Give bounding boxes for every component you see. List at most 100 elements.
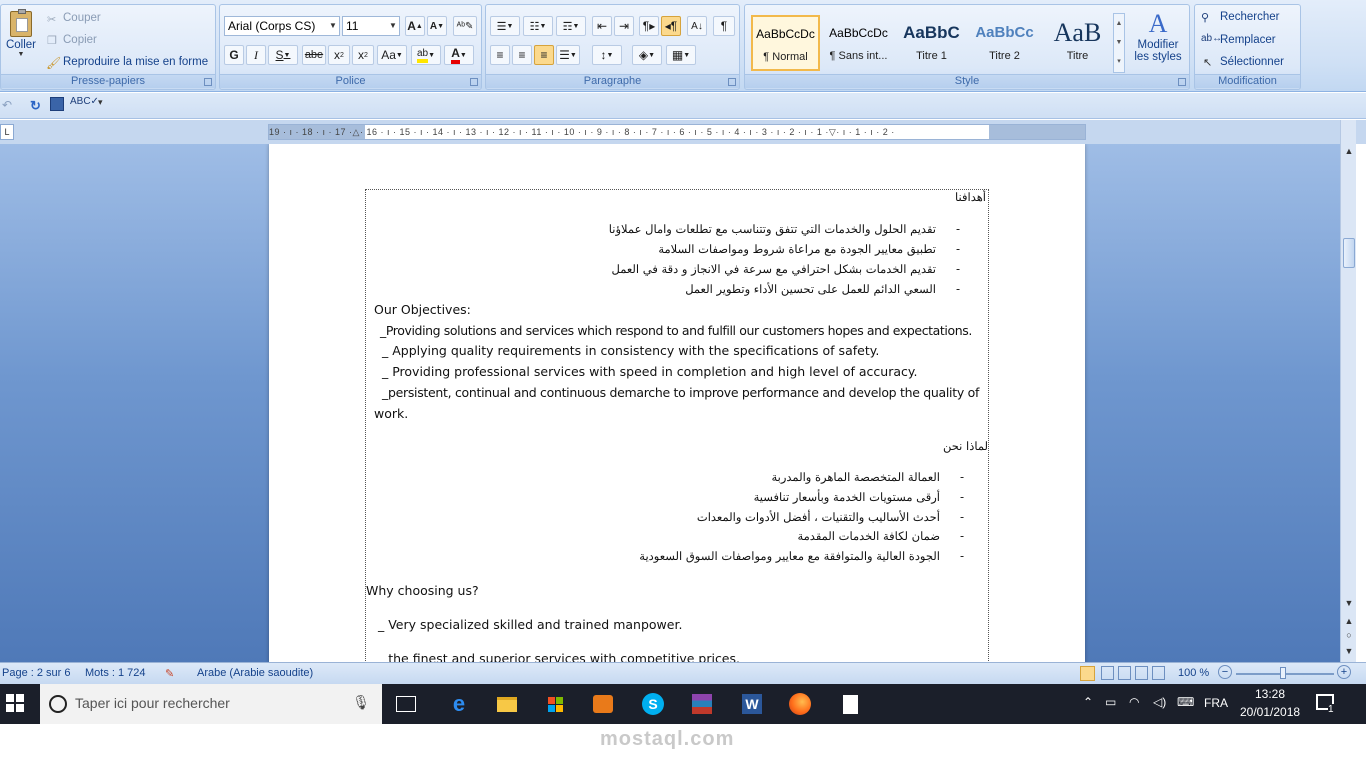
copy-button[interactable]: Copier (63, 34, 97, 46)
zoom-out-icon[interactable]: − (1218, 665, 1232, 679)
clear-format-button[interactable]: ᴬᵇ✎ (453, 16, 477, 36)
edge-icon[interactable]: e (447, 691, 471, 716)
superscript-button[interactable]: x2 (352, 45, 374, 65)
clock-date[interactable]: 20/01/2018 (1240, 705, 1300, 719)
align-right-button[interactable]: ≡ (534, 45, 554, 65)
format-painter-button[interactable]: Reproduire la mise en forme (63, 56, 208, 68)
vertical-scrollbar[interactable]: ▲ ▼ ▲ ○ ▼ (1340, 120, 1356, 662)
previous-page-icon[interactable]: ▲ (1342, 614, 1356, 628)
change-styles-button[interactable]: A Modifier les styles (1129, 9, 1187, 75)
outline-view-icon[interactable] (1135, 666, 1148, 680)
undo-icon[interactable]: ↶ (2, 98, 12, 112)
style-heading-2[interactable]: AaBbCc Titre 2 (970, 15, 1039, 71)
language-indicator[interactable]: Arabe (Arabie saoudite) (197, 667, 313, 679)
media-app-icon[interactable] (591, 692, 615, 716)
redo-icon[interactable]: ↻ (30, 98, 41, 114)
zoom-level[interactable]: 100 % (1178, 667, 1209, 679)
font-color-button[interactable]: A ▼ (444, 45, 474, 65)
style-title[interactable]: AaB Titre (1043, 15, 1112, 71)
font-name-select[interactable]: Arial (Corps CS) ▼ (224, 16, 340, 36)
spellcheck-icon[interactable]: ABC✓ (70, 96, 99, 107)
volume-icon[interactable]: ◁) (1153, 695, 1166, 709)
scroll-down-icon[interactable]: ▼ (1342, 596, 1356, 610)
font-size-select[interactable]: 11 ▼ (342, 16, 400, 36)
paragraph-launcher-icon[interactable] (728, 78, 736, 86)
taskbar-search-input[interactable]: Taper ici pour rechercher 🎙 (40, 684, 382, 724)
windows-start-icon[interactable] (6, 694, 24, 712)
shading-button[interactable]: ◈ ▼ (632, 45, 662, 65)
network-icon[interactable]: ◠ (1129, 695, 1139, 709)
proofing-icon[interactable]: ✎ (165, 667, 174, 680)
text-box[interactable]: أهدافنا - تقديم الحلول والخدمات التي تتف… (365, 189, 989, 662)
qat-customize-icon[interactable]: ▾ (98, 97, 103, 108)
skype-icon[interactable]: S (641, 692, 665, 716)
grow-font-button[interactable]: A ▲ (405, 16, 425, 36)
style-heading-1[interactable]: AaBbC Titre 1 (897, 15, 966, 71)
line-spacing-button[interactable]: ↕ ▼ (592, 45, 622, 65)
ltr-button[interactable]: ¶▸ (639, 16, 659, 36)
task-view-icon[interactable] (396, 696, 416, 712)
zoom-slider-thumb[interactable] (1280, 667, 1286, 679)
shrink-font-button[interactable]: A ▼ (427, 16, 447, 36)
align-left-button[interactable]: ≡ (490, 45, 510, 65)
borders-button[interactable]: ▦ ▼ (666, 45, 696, 65)
language-indicator-tray[interactable]: FRA (1204, 696, 1228, 710)
list-dash: - (959, 490, 964, 504)
justify-button[interactable]: ☰ ▼ (556, 45, 580, 65)
document-page[interactable]: أهدافنا - تقديم الحلول والخدمات التي تتف… (269, 144, 1085, 662)
show-marks-button[interactable]: ¶ (713, 16, 735, 36)
rtl-button[interactable]: ◂¶ (661, 16, 681, 36)
clock-time[interactable]: 13:28 (1255, 687, 1285, 701)
word-count[interactable]: Mots : 1 724 (85, 667, 146, 679)
decrease-indent-button[interactable]: ⇤ (592, 16, 612, 36)
replace-button[interactable]: Remplacer (1220, 34, 1276, 46)
style-no-spacing[interactable]: AaBbCcDc ¶ Sans int... (824, 15, 893, 71)
highlight-button[interactable]: ab ▼ (411, 45, 441, 65)
change-case-button[interactable]: Aa ▼ (377, 45, 407, 65)
microphone-icon[interactable]: 🎙 (352, 694, 370, 711)
sort-button[interactable]: A↓ (687, 16, 707, 36)
select-button[interactable]: Sélectionner (1220, 56, 1284, 68)
store-icon[interactable] (543, 692, 567, 716)
subscript-button[interactable]: x2 (328, 45, 350, 65)
show-hidden-icons[interactable]: ⌃ (1083, 695, 1093, 709)
bullets-button[interactable]: ☰ ▼ (490, 16, 520, 36)
scroll-up-icon[interactable]: ▲ (1342, 144, 1356, 158)
bold-button[interactable]: G (224, 45, 244, 65)
italic-button[interactable]: I (246, 45, 266, 65)
full-screen-view-icon[interactable] (1101, 666, 1114, 680)
battery-icon[interactable]: ▭ (1105, 695, 1116, 709)
find-button[interactable]: Rechercher (1220, 11, 1279, 23)
clipboard-launcher-icon[interactable] (204, 78, 212, 86)
document-icon[interactable] (838, 692, 862, 716)
strikethrough-button[interactable]: abe (302, 45, 326, 65)
save-icon[interactable] (50, 97, 64, 111)
web-layout-view-icon[interactable] (1118, 666, 1131, 680)
print-layout-view-icon[interactable] (1080, 666, 1095, 681)
paste-button[interactable]: Coller ▼ (3, 7, 39, 71)
list-dash: - (955, 222, 960, 236)
style-normal[interactable]: AaBbCcDc ¶ Normal (751, 15, 820, 71)
font-launcher-icon[interactable] (470, 78, 478, 86)
styles-gallery-scroll[interactable]: ▲ ▼ ▾ (1113, 13, 1125, 73)
browse-object-icon[interactable]: ○ (1342, 628, 1356, 642)
scrollbar-thumb[interactable] (1343, 238, 1355, 268)
next-page-icon[interactable]: ▼ (1342, 644, 1356, 658)
zoom-in-icon[interactable]: + (1337, 665, 1351, 679)
firefox-icon[interactable] (788, 692, 812, 716)
align-center-button[interactable]: ≡ (512, 45, 532, 65)
underline-button[interactable]: S ▼ (268, 45, 298, 65)
tab-selector-icon[interactable]: L (0, 124, 14, 140)
draft-view-icon[interactable] (1152, 666, 1165, 680)
file-explorer-icon[interactable] (495, 692, 519, 716)
styles-launcher-icon[interactable] (1178, 78, 1186, 86)
input-method-icon[interactable]: ⌨ (1177, 695, 1194, 709)
word-icon[interactable]: W (740, 692, 764, 716)
winrar-icon[interactable] (690, 692, 714, 716)
horizontal-ruler[interactable]: 19 · ı · 18 · ı · 17 ·△· 16 · ı · 15 · ı… (268, 124, 1086, 140)
multilevel-list-button[interactable]: ☶ ▼ (556, 16, 586, 36)
numbering-button[interactable]: ☷ ▼ (523, 16, 553, 36)
page-count[interactable]: Page : 2 sur 6 (2, 667, 71, 679)
cut-button[interactable]: Couper (63, 12, 101, 24)
increase-indent-button[interactable]: ⇥ (614, 16, 634, 36)
